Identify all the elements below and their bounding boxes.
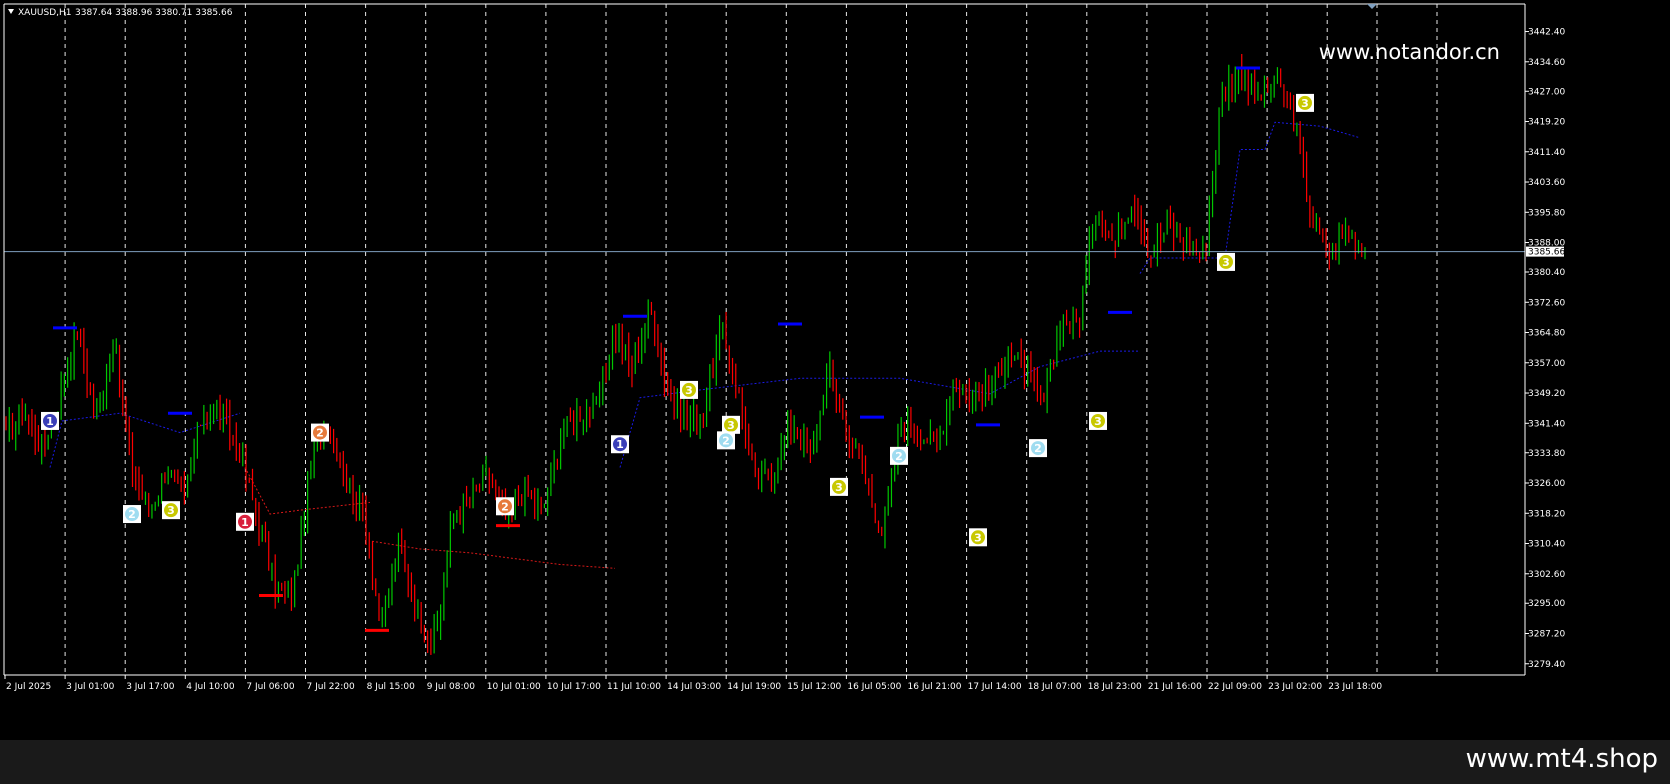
price-tick-label: 3341.40	[1528, 419, 1565, 429]
wave-badge-label: 3	[685, 384, 693, 397]
wave-badge-label: 3	[1222, 256, 1230, 269]
price-tick-label: 3318.20	[1528, 509, 1565, 519]
wave-badge-label: 2	[128, 508, 136, 521]
wave-badge-label: 1	[46, 415, 54, 428]
price-tick-label: 3411.40	[1528, 148, 1565, 158]
wave-badge-label: 2	[722, 434, 730, 447]
time-tick-label: 23 Jul 02:00	[1268, 682, 1322, 692]
time-tick-label: 10 Jul 01:00	[487, 682, 541, 692]
time-tick-label: 14 Jul 03:00	[667, 682, 721, 692]
time-tick-label: 3 Jul 01:00	[66, 682, 115, 692]
time-tick-label: 3 Jul 17:00	[126, 682, 175, 692]
price-tick-label: 3434.60	[1528, 58, 1565, 68]
price-tick-label: 3349.20	[1528, 389, 1565, 399]
wave-badge-label: 3	[1301, 97, 1309, 110]
ohlc-readout: 3387.64 3388.96 3380.71 3385.66	[75, 8, 233, 18]
price-tick-label: 3419.20	[1528, 118, 1565, 128]
wave-badge-label: 2	[501, 500, 509, 513]
wave-badge-label: 1	[241, 516, 249, 529]
wave-badge-label: 2	[316, 427, 324, 440]
time-tick-label: 22 Jul 09:00	[1208, 682, 1262, 692]
price-tick-label: 3333.80	[1528, 449, 1565, 459]
price-tick-label: 3357.00	[1528, 359, 1565, 369]
wave-badge-label: 3	[835, 481, 843, 494]
chart-canvas[interactable]: 1 2 3 1 2 2 1 3 3 2 3 2 3 2 3 3 3 2 Jul 2025 3 Jul 01:00 3…	[0, 0, 1670, 740]
time-tick-label: 8 Jul 15:00	[367, 682, 416, 692]
time-tick-label: 10 Jul 17:00	[547, 682, 601, 692]
price-chart[interactable]: 1 2 3 1 2 2 1 3 3 2 3 2 3 2 3 3 3 2 Jul 2025 3 Jul 01:00 3…	[0, 0, 1670, 740]
price-tick-label: 3302.60	[1528, 570, 1565, 580]
current-price-label: 3385.66	[1528, 248, 1565, 258]
wave-badge-label: 2	[895, 450, 903, 463]
time-tick-label: 16 Jul 21:00	[908, 682, 962, 692]
wave-badge-label: 3	[974, 531, 982, 544]
price-tick-label: 3287.20	[1528, 629, 1565, 639]
time-tick-label: 16 Jul 05:00	[847, 682, 901, 692]
price-tick-label: 3364.80	[1528, 329, 1565, 339]
time-tick-label: 11 Jul 10:00	[607, 682, 661, 692]
footer-website: www.mt4.shop	[1465, 744, 1658, 774]
time-tick-label: 14 Jul 19:00	[727, 682, 781, 692]
wave-badge-label: 2	[1034, 442, 1042, 455]
watermark-text: www.notandor.cn	[1319, 40, 1500, 64]
price-tick-label: 3403.60	[1528, 178, 1565, 188]
time-tick-label: 18 Jul 23:00	[1088, 682, 1142, 692]
price-tick-label: 3395.80	[1528, 208, 1565, 218]
price-tick-label: 3427.00	[1528, 87, 1565, 97]
price-tick-label: 3380.40	[1528, 268, 1565, 278]
price-tick-label: 3442.40	[1528, 28, 1565, 38]
time-tick-label: 21 Jul 16:00	[1148, 682, 1202, 692]
time-tick-label: 7 Jul 22:00	[307, 682, 356, 692]
symbol-label: XAUUSD,H1	[18, 8, 72, 18]
time-tick-label: 4 Jul 10:00	[186, 682, 235, 692]
wave-badge-label: 1	[616, 438, 624, 451]
price-tick-label: 3279.40	[1528, 660, 1565, 670]
time-tick-label: 23 Jul 18:00	[1328, 682, 1382, 692]
chart-background	[0, 0, 1670, 740]
time-tick-label: 9 Jul 08:00	[427, 682, 476, 692]
price-tick-label: 3326.00	[1528, 479, 1565, 489]
price-tick-label: 3372.60	[1528, 298, 1565, 308]
wave-badge-label: 3	[727, 419, 735, 432]
price-tick-label: 3310.40	[1528, 540, 1565, 550]
time-tick-label: 7 Jul 06:00	[246, 682, 295, 692]
time-tick-label: 18 Jul 07:00	[1028, 682, 1082, 692]
footer-bar: www.mt4.shop	[0, 740, 1670, 784]
time-tick-label: 15 Jul 12:00	[787, 682, 841, 692]
wave-badge-label: 3	[1094, 415, 1102, 428]
wave-badge-label: 3	[167, 504, 175, 517]
time-tick-label: 2 Jul 2025	[6, 682, 51, 692]
time-tick-label: 17 Jul 14:00	[968, 682, 1022, 692]
price-tick-label: 3295.00	[1528, 599, 1565, 609]
